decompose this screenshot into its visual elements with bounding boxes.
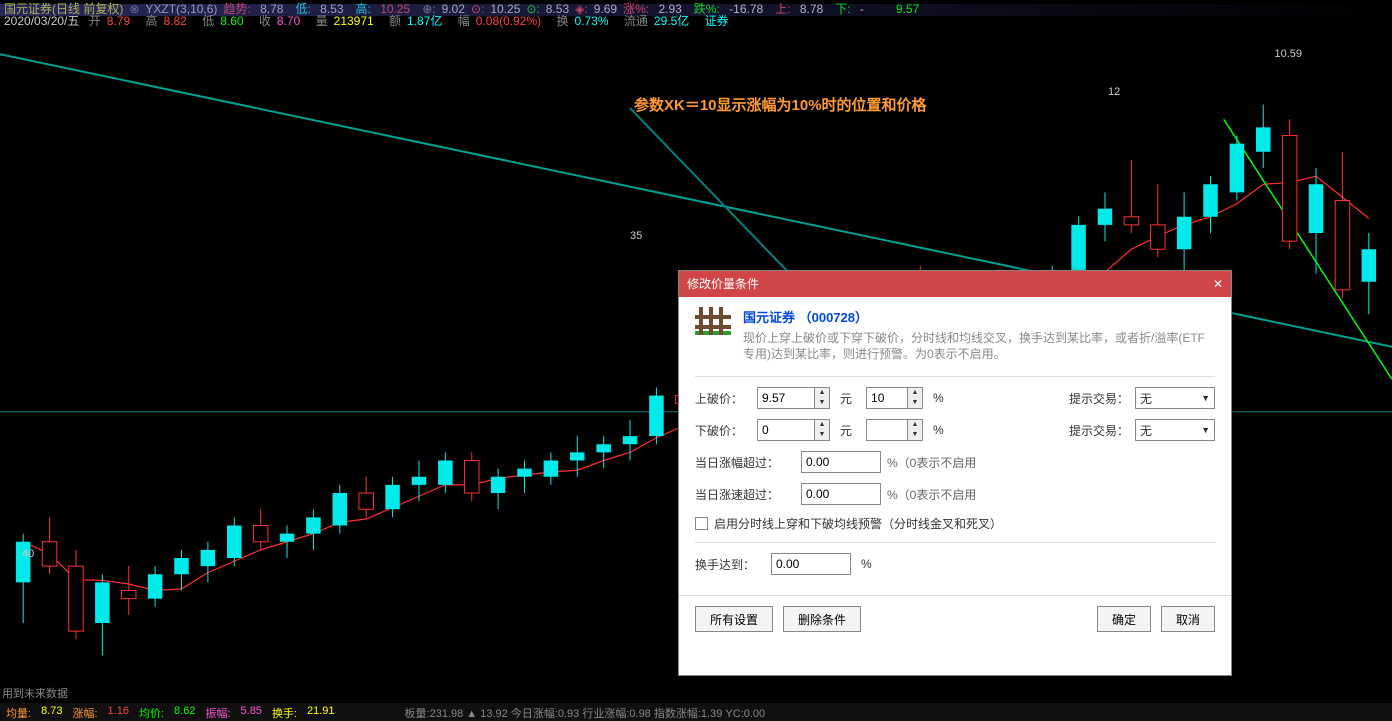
status-amp: 振幅: [205,705,230,719]
close-label: 收 [259,14,271,28]
up-price-label: 上破价： [695,390,751,407]
up-price-input[interactable]: ▲▼ [757,387,830,409]
amt-label: 额 [389,14,401,28]
count-12: 12 [1108,86,1120,98]
dialog-stock-name: 国元证券 （000728） [743,307,1215,326]
high2-value: 8.82 [163,14,186,28]
count-35: 35 [630,230,642,242]
gain-hint: %（0表示不启用 [887,454,976,471]
float-label: 流通 [624,14,648,28]
open-value: 8.79 [107,14,130,28]
down-price-input[interactable]: ▲▼ [757,419,830,441]
spin-down-icon[interactable]: ▼ [908,430,922,440]
status-turn: 换手: [272,705,297,719]
down-pct-input[interactable]: ▲▼ [866,419,923,441]
info-bar: 国元证券(日线 前复权) ⊗ YXZT(3,10,6) 趋势: 8.78 低: … [0,0,1392,28]
gain-label: 当日涨幅超过： [695,454,795,471]
close-icon[interactable]: ✕ [1213,271,1223,297]
vol-value: 213971 [334,14,374,28]
low2-value: 8.60 [220,14,243,28]
speed-input[interactable] [801,483,881,505]
unit-yuan: 元 [840,390,852,407]
spin-up-icon[interactable]: ▲ [815,388,829,398]
status-mid: 板量:231.98 ▲ 13.92 今日涨幅:0.93 行业涨幅:0.98 指数… [405,705,766,719]
ok-button[interactable]: 确定 [1097,606,1151,632]
turnover-input[interactable] [771,553,851,575]
price-condition-dialog: 修改价量条件 ✕ 国元证券 （000728） 现价上穿上破价或下穿下破价，分时线… [678,270,1232,676]
all-settings-button[interactable]: 所有设置 [695,606,773,632]
status-gain: 涨幅: [72,705,97,719]
checkbox-label: 启用分时线上穿和下破均线预警（分时线金叉和死叉） [714,515,1002,532]
close-value: 8.70 [277,14,300,28]
spin-down-icon[interactable]: ▼ [815,430,829,440]
future-data-note: 用到未来数据 [2,685,68,701]
speed-label: 当日涨速超过： [695,486,795,503]
spin-up-icon[interactable]: ▲ [815,420,829,430]
count-40: 40 [22,548,34,560]
cancel-button[interactable]: 取消 [1161,606,1215,632]
spin-up-icon[interactable]: ▲ [908,420,922,430]
dialog-description: 现价上穿上破价或下穿下破价，分时线和均线交叉，换手达到某比率，或者折/溢率(ET… [743,330,1215,362]
high2-label: 高 [145,14,157,28]
spin-up-icon[interactable]: ▲ [908,388,922,398]
status-bar: 均量:8.73 涨幅:1.16 均价:8.62 振幅:5.85 换手:21.91… [0,703,1392,721]
sector: 证券 [705,14,729,28]
float-value: 29.5亿 [654,14,689,28]
unit-pct: % [861,557,872,571]
hint-trade-select-up[interactable]: 无▼ [1135,387,1215,409]
range-value: 0.08(0.92%) [476,14,541,28]
hint-trade-label: 提示交易： [1069,422,1129,439]
hint-trade-select-down[interactable]: 无▼ [1135,419,1215,441]
chevron-down-icon: ▼ [1201,393,1210,403]
price-high-label: 10.59 [1274,48,1302,60]
status-avgprice: 均价: [139,705,164,719]
unit-pct: % [933,423,944,437]
vol-label: 量 [316,14,328,28]
range-label: 幅 [458,14,470,28]
ma-cross-checkbox[interactable]: 启用分时线上穿和下破均线预警（分时线金叉和死叉） [695,515,1215,532]
fence-icon [695,307,731,343]
speed-hint: %（0表示不启用 [887,486,976,503]
status-avgvol: 均量: [6,705,31,719]
spin-down-icon[interactable]: ▼ [815,398,829,408]
chevron-down-icon: ▼ [1201,425,1210,435]
turnover-label: 换手达到： [695,556,765,573]
spin-down-icon[interactable]: ▼ [908,398,922,408]
dialog-titlebar[interactable]: 修改价量条件 ✕ [679,271,1231,297]
amt-value: 1.87亿 [407,14,442,28]
open-label: 开 [89,14,101,28]
dialog-title: 修改价量条件 [687,271,759,297]
gain-input[interactable] [801,451,881,473]
annotation-text: 参数XK＝10显示涨幅为10%时的位置和价格 [634,94,927,115]
checkbox-icon [695,517,708,530]
down-price-label: 下破价： [695,422,751,439]
unit-pct: % [933,391,944,405]
hint-trade-label: 提示交易： [1069,390,1129,407]
low2-label: 低 [202,14,214,28]
turn-value: 0.73% [575,14,609,28]
unit-yuan: 元 [840,422,852,439]
delete-condition-button[interactable]: 删除条件 [783,606,861,632]
turn-label: 换 [556,14,568,28]
up-pct-input[interactable]: ▲▼ [866,387,923,409]
date: 2020/03/20/五 [4,14,79,28]
